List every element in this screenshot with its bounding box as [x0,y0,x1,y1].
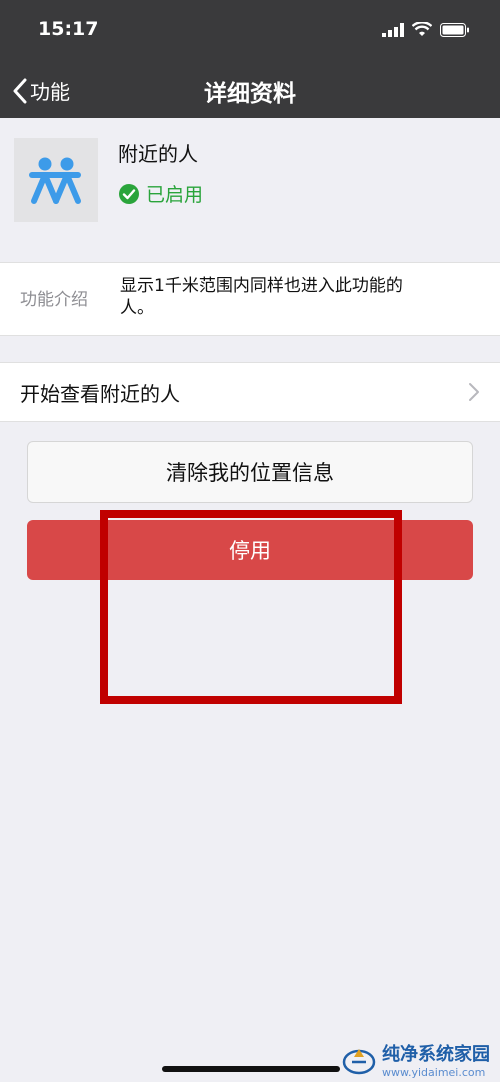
enabled-status: 已启用 [118,180,203,207]
logo-icon [342,1048,376,1074]
status-time: 15:17 [38,18,99,40]
chevron-right-icon [469,383,479,401]
intro-text: 显示1千米范围内同样也进入此功能的人。 [120,276,403,318]
watermark-title: 纯净系统家园 [382,1044,490,1065]
watermark-url: www.yidaimei.com [382,1066,486,1079]
view-people-nearby-row[interactable]: 开始查看附近的人 [0,362,500,422]
feature-name: 附近的人 [118,142,198,166]
highlight-annotation-box [100,510,402,704]
people-nearby-app-icon [14,138,98,222]
feature-intro-section: 功能介绍 显示1千米范围内同样也进入此功能的人。 [0,262,500,336]
page-title: 详细资料 [204,81,296,107]
intro-label: 功能介绍 [20,290,88,310]
watermark-logo: 纯净系统家园 www.yidaimei.com [342,1040,490,1079]
wifi-icon [412,22,432,36]
battery-icon [440,22,469,37]
profile-header: 附近的人 已启用 [0,118,500,244]
nav-bar: 功能 详细资料 [0,62,500,118]
status-icons [382,22,470,37]
clear-location-button[interactable]: 清除我的位置信息 [27,441,473,503]
status-bar: 15:17 [0,0,500,62]
people-nearby-icon [29,157,81,204]
check-circle-icon [119,183,139,204]
home-indicator [162,1066,340,1072]
signal-icon [382,22,404,37]
status-label: 已启用 [146,184,204,206]
row-label: 开始查看附近的人 [20,382,180,406]
